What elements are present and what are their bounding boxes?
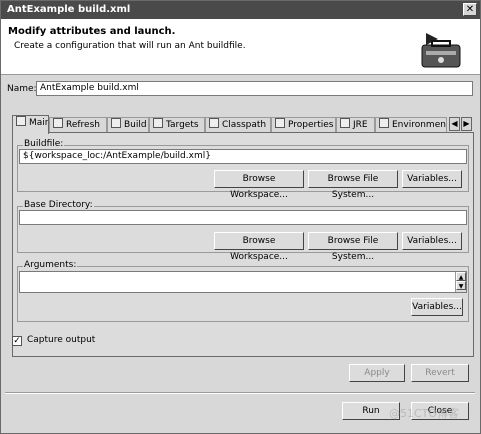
header-description: Create a configuration that will run an … [14,41,246,51]
ant-toolbox-icon [421,33,461,68]
header-title: Modify attributes and launch. [8,26,176,37]
classpath-icon [209,118,219,128]
tab-jre[interactable]: JRE [336,117,375,133]
base-directory-browse-workspace-button[interactable]: Browse Workspace... [214,232,304,262]
environment-icon [379,118,389,128]
capture-output-checkbox[interactable]: ✓ [12,336,22,346]
tab-label: Environment [392,120,447,130]
buildfile-variables-button[interactable]: Variables... [402,170,462,188]
close-icon[interactable]: ✕ [463,3,477,16]
buildfile-input[interactable]: ${workspace_loc:/AntExample/build.xml} [19,149,467,164]
tab-bar: Main Refresh Build Targets Classpath Pro… [12,115,474,134]
jre-icon [340,118,350,128]
buildfile-browse-workspace-button[interactable]: Browse Workspace... [214,170,304,200]
tab-label: Main [29,118,49,128]
tab-environment[interactable]: Environment [375,117,447,133]
tab-label: JRE [353,120,368,130]
tab-classpath[interactable]: Classpath [205,117,271,133]
tab-properties[interactable]: Properties [271,117,336,133]
tab-label: Classpath [222,120,267,130]
arguments-variables-button[interactable]: Variables... [411,298,463,316]
refresh-icon [53,118,63,128]
scroll-up-icon[interactable]: ▲ [456,272,466,281]
tab-main[interactable]: Main [12,115,49,134]
watermark: @51CTO博客 [389,407,460,420]
base-directory-group: Base Directory: Browse Workspace... Brow… [17,200,469,262]
build-icon [111,118,121,128]
name-label: Name: [7,84,37,94]
base-directory-variables-button[interactable]: Variables... [402,232,462,250]
arguments-group: Arguments: ▲ ▼ Variables... [17,260,469,322]
tab-label: Build [124,120,147,130]
base-directory-browse-filesystem-button[interactable]: Browse File System... [308,232,398,262]
tab-scroll-left-icon[interactable]: ◀ [449,117,460,131]
main-tab-panel: Buildfile: ${workspace_loc:/AntExample/b… [12,132,474,357]
tab-targets[interactable]: Targets [149,117,205,133]
revert-button[interactable]: Revert [411,364,469,382]
arguments-label: Arguments: [23,260,78,271]
tab-scroll-right-icon[interactable]: ▶ [461,117,472,131]
tab-refresh[interactable]: Refresh [49,117,107,133]
tab-label: Targets [166,120,199,130]
arguments-scrollbar[interactable]: ▲ ▼ [455,272,466,292]
buildfile-browse-filesystem-button[interactable]: Browse File System... [308,170,398,200]
name-input[interactable]: AntExample build.xml [36,81,473,96]
capture-output-label: Capture output [27,335,96,345]
base-directory-input[interactable] [19,210,467,225]
buildfile-group: Buildfile: ${workspace_loc:/AntExample/b… [17,139,469,200]
tab-build[interactable]: Build [107,117,149,133]
targets-icon [153,118,163,128]
window-title: AntExample build.xml [7,4,131,15]
tab-label: Refresh [66,120,100,130]
dialog-header: Modify attributes and launch. Create a c… [1,19,480,75]
apply-button[interactable]: Apply [349,364,405,382]
tab-label: Properties [288,120,334,130]
arguments-input[interactable] [19,271,467,293]
launch-configuration-dialog: AntExample build.xml ✕ Modify attributes… [0,0,481,434]
scroll-down-icon[interactable]: ▼ [456,281,466,290]
properties-icon [275,118,285,128]
title-bar: AntExample build.xml ✕ [1,1,480,19]
main-icon [16,116,26,126]
separator [5,392,475,394]
